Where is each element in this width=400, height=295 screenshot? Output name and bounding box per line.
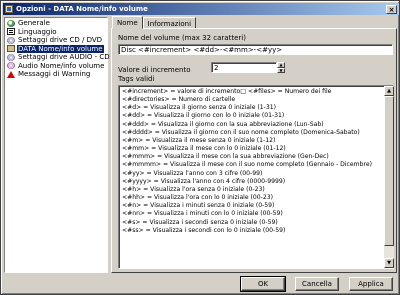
list-item: <#n> = Visualizza i minuti senza 0 inizi… — [122, 202, 275, 210]
increment-input[interactable]: 2 — [211, 62, 277, 73]
scroll-thumb[interactable] — [384, 96, 394, 246]
sidebar-item-generale[interactable]: Generale — [5, 19, 107, 28]
increment-label: Valore di incremento — [118, 66, 191, 74]
list-item: <#yyyy> = Visualizza l'anno con 4 cifre … — [122, 177, 286, 185]
volume-name-input[interactable]: Disc <#increment> <#dd>-<#mm>-<#yy> — [118, 44, 393, 55]
globe-icon — [7, 19, 15, 27]
sidebar-item-label: Settaggi drive AUDIO - CD — [18, 53, 110, 62]
warning-icon — [7, 70, 15, 78]
sidebar-item-label: Linguaggio — [18, 27, 57, 36]
list-item: <#dd> = Visualizza il giorno con lo 0 in… — [122, 112, 285, 120]
list-item: <#mmmm> = Visualizza il mese con il suo … — [122, 161, 372, 169]
tags-label: Tags validi — [118, 75, 155, 83]
list-item: <#d> = Visualizza il giorno senza 0 iniz… — [122, 104, 276, 112]
volume-name-label: Nome del volume (max 32 caratteri) — [118, 34, 246, 42]
data-icon — [7, 45, 15, 53]
list-item: <#increment> = valore di incremento□ <#f… — [122, 88, 332, 95]
list-item: <#mm> = Visualizza il mese con lo 0 iniz… — [122, 145, 286, 153]
sidebar-item-label: Settaggi drive CD / DVD — [18, 36, 103, 45]
list-item: <#ss> = Visualizza i secondi con lo 0 in… — [122, 226, 286, 234]
music-icon — [7, 62, 15, 70]
apply-button[interactable]: Applica — [349, 277, 393, 291]
tab-panel-nome: Nome del volume (max 32 caratteri) Disc … — [111, 28, 397, 273]
cd-icon — [7, 53, 15, 61]
tags-list[interactable]: <#increment> = valore di incremento□ <#f… — [118, 85, 394, 269]
list-item: <#hh> = Visualizza l'ora con lo 0 inizia… — [122, 194, 274, 202]
list-item: <#nn> = Visualizza i minuti con lo 0 ini… — [122, 210, 283, 218]
list-item: <#h> = Visualizza l'ora senza 0 iniziale… — [122, 185, 265, 193]
scroll-up-icon[interactable]: ▲ — [384, 86, 394, 96]
sidebar-item-audio-volume[interactable]: Audio Nome/info volume — [5, 62, 107, 71]
sidebar-item-data-volume[interactable]: DATA Nome/info volume — [5, 44, 107, 54]
sidebar-item-label: DATA Nome/info volume — [17, 44, 104, 53]
sidebar-item-audio-cd-drive[interactable]: Settaggi drive AUDIO - CD — [5, 53, 110, 62]
window-title: Opzioni - DATA Nome/info volume — [16, 5, 148, 13]
app-icon — [5, 5, 13, 13]
tab-nome[interactable]: Nome — [112, 16, 143, 29]
increment-stepper[interactable]: ▲ ▼ — [277, 62, 285, 73]
list-item: <#yy> = Visualizza l'anno con 3 cifre (0… — [122, 169, 263, 177]
options-window: Opzioni - DATA Nome/info volume × Genera… — [0, 0, 400, 295]
document-icon — [7, 28, 15, 36]
cd-icon — [7, 36, 15, 44]
options-tree: Generale Linguaggio Settaggi drive CD / … — [4, 17, 110, 273]
list-item: <#mmm> = Visualizza il mese con la sua a… — [122, 153, 329, 161]
sidebar-item-linguaggio[interactable]: Linguaggio — [5, 28, 107, 37]
sidebar-item-label: Messaggi di Warning — [18, 70, 91, 79]
scroll-down-icon[interactable]: ▼ — [384, 258, 394, 268]
close-button[interactable]: × — [386, 4, 397, 14]
ok-button[interactable]: OK — [240, 276, 286, 292]
title-bar[interactable]: Opzioni - DATA Nome/info volume × — [3, 3, 399, 15]
sidebar-item-label: Generale — [18, 19, 50, 28]
list-item: <#ddd> = Visualizza il giorno con la sua… — [122, 120, 324, 128]
chevron-down-icon[interactable]: ▼ — [277, 67, 285, 73]
list-item: <#m> = Visualizza il mese senza 0 inizia… — [122, 136, 276, 144]
list-item: <#dddd> = Visualizza il giorno con il su… — [122, 128, 360, 136]
sidebar-item-label: Audio Nome/info volume — [18, 61, 105, 70]
sidebar-item-warnings[interactable]: Messaggi di Warning — [5, 70, 107, 79]
list-item: <#s> = Visualizza i secondi senza 0 iniz… — [122, 218, 278, 226]
sidebar-item-cd-dvd-drive[interactable]: Settaggi drive CD / DVD — [5, 36, 107, 45]
list-item: <#directories> = Numero di cartelle — [122, 96, 236, 104]
tags-scrollbar[interactable]: ▲ ▼ — [384, 86, 394, 268]
cancel-button[interactable]: Cancella — [295, 277, 339, 291]
